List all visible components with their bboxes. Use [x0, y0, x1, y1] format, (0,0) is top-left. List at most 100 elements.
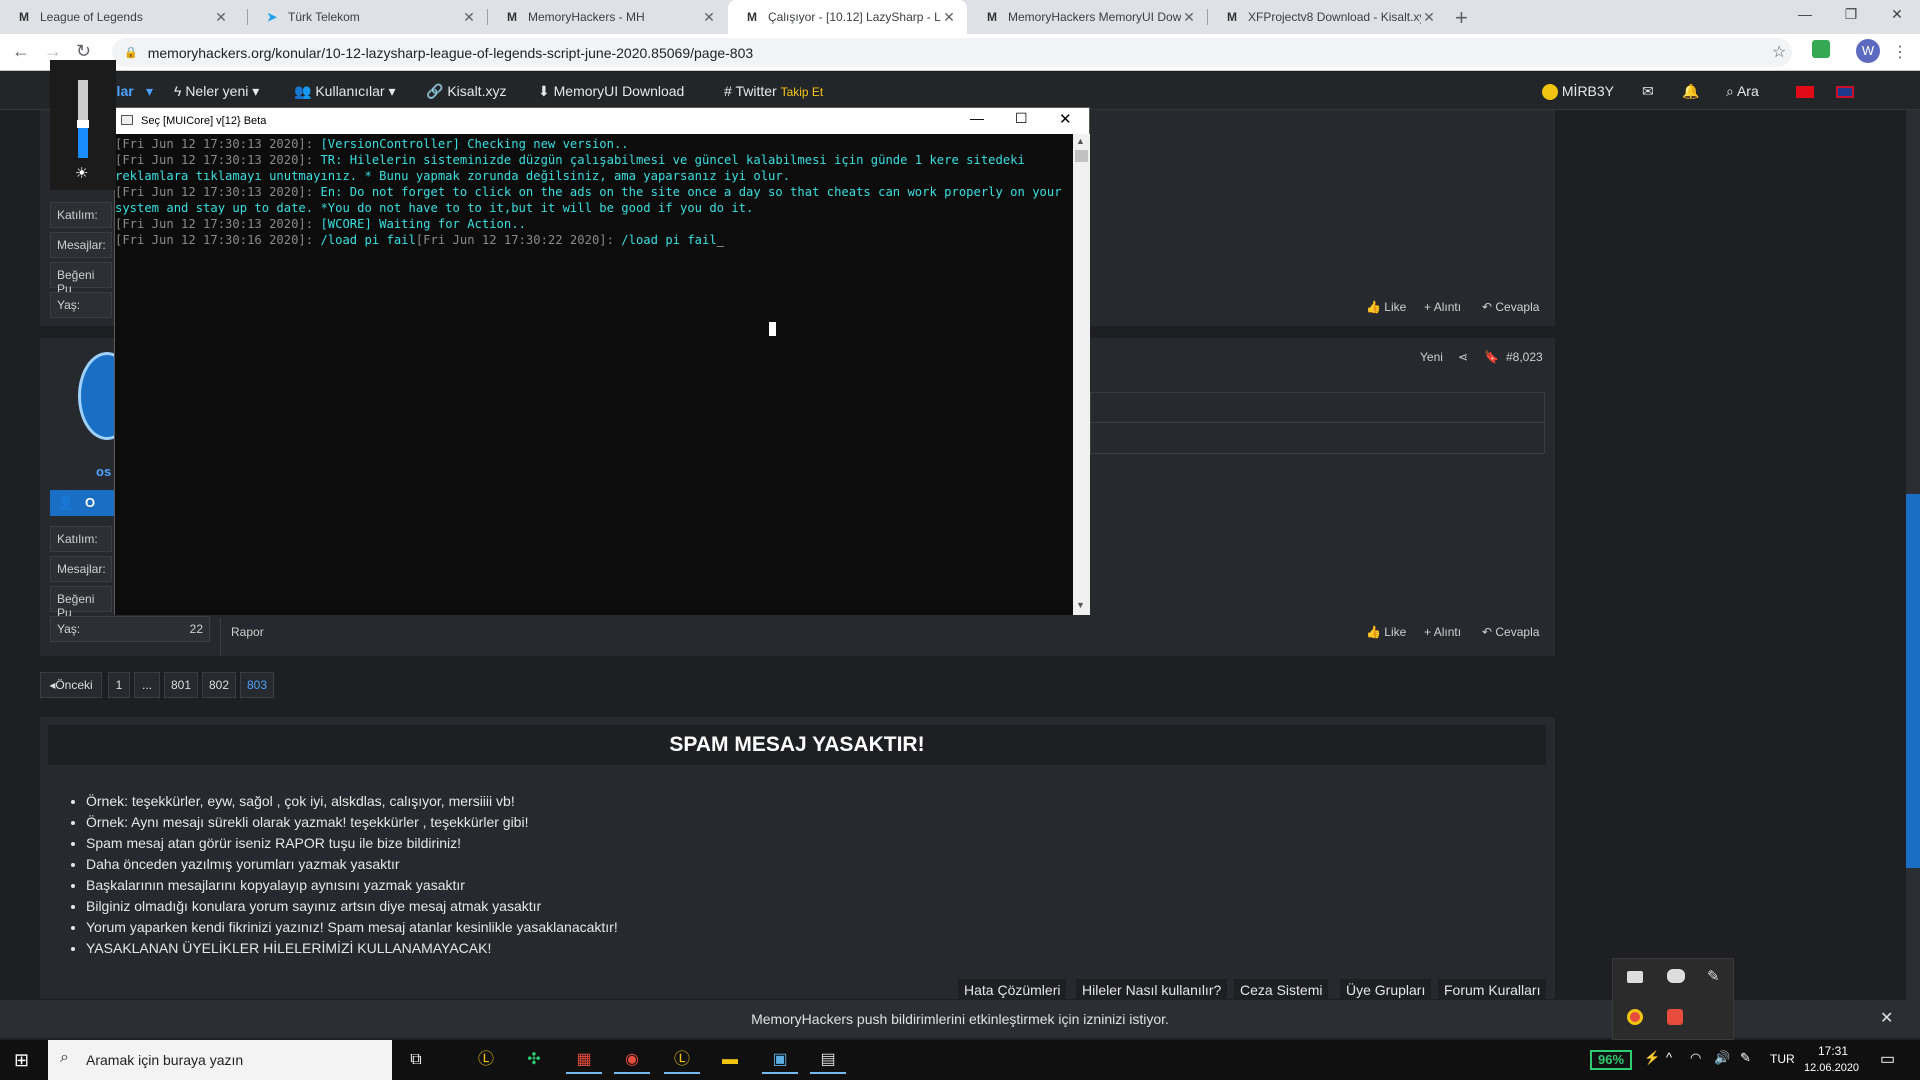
- tab-lazysharp-active[interactable]: M Çalışıyor - [10.12] LazySharp - Le ✕: [728, 0, 967, 34]
- console-taskbar-icon[interactable]: ▤: [810, 1046, 846, 1074]
- user-menu[interactable]: MİRB3Y: [1542, 83, 1614, 101]
- inbox-icon[interactable]: ✉: [1642, 83, 1654, 100]
- pagination-page[interactable]: 802: [202, 672, 236, 698]
- tab-league-of-legends[interactable]: M League of Legends ✕: [0, 0, 239, 34]
- pagination-prev[interactable]: ◂Önceki: [40, 672, 102, 698]
- tray-app-icon[interactable]: [1667, 1009, 1683, 1025]
- extension-icon[interactable]: [1812, 40, 1830, 58]
- chrome-icon[interactable]: [1627, 1009, 1643, 1025]
- league-client-icon[interactable]: Ⓛ: [664, 1046, 700, 1074]
- close-tab-icon[interactable]: ✕: [461, 9, 477, 26]
- share-icon[interactable]: ⋖: [1458, 350, 1468, 364]
- quote-button[interactable]: + Alıntı: [1424, 300, 1461, 314]
- tab-memoryhackers-mh[interactable]: M MemoryHackers - MH ✕: [488, 0, 727, 34]
- chrome-taskbar-icon[interactable]: ◉: [614, 1046, 650, 1074]
- close-window-button[interactable]: ✕: [1874, 0, 1920, 30]
- menu-dots-icon[interactable]: ⋮: [1892, 42, 1908, 62]
- console-close-button[interactable]: ✕: [1059, 110, 1072, 128]
- pagination-ellipsis[interactable]: ...: [134, 672, 160, 698]
- footer-link-forum-rules[interactable]: Forum Kuralları: [1438, 979, 1547, 1001]
- page-scrollbar[interactable]: [1906, 110, 1920, 1000]
- league-of-legends-icon[interactable]: Ⓛ: [468, 1046, 504, 1074]
- action-center-icon[interactable]: ▭: [1880, 1049, 1895, 1069]
- task-view-icon[interactable]: ⧉: [398, 1046, 434, 1074]
- post-number[interactable]: #8,023: [1506, 350, 1543, 364]
- winrar-icon[interactable]: ▦: [566, 1046, 602, 1074]
- close-tab-icon[interactable]: ✕: [941, 9, 957, 26]
- volume-icon[interactable]: 🔊: [1714, 1050, 1730, 1066]
- close-tab-icon[interactable]: ✕: [213, 9, 229, 26]
- battery-indicator[interactable]: 96%: [1590, 1050, 1633, 1070]
- wifi-icon[interactable]: ◠: [1690, 1050, 1701, 1066]
- pen-icon[interactable]: ✎: [1740, 1050, 1751, 1066]
- tab-xfprojectv8[interactable]: M XFProjectv8 Download - Kisalt.xy ✕: [1208, 0, 1447, 34]
- tab-memoryui-download[interactable]: M MemoryHackers MemoryUI Dow ✕: [968, 0, 1207, 34]
- search-link[interactable]: ⌕ Ara: [1726, 83, 1759, 100]
- console-title-bar[interactable]: Seç [MUICore] v[12} Beta — ☐ ✕: [115, 108, 1089, 134]
- razer-icon[interactable]: ✣: [516, 1046, 552, 1074]
- report-link[interactable]: Rapor: [231, 625, 264, 639]
- footer-link-error-solutions[interactable]: Hata Çözümleri: [958, 979, 1067, 1001]
- back-arrow-icon[interactable]: ←: [12, 41, 30, 62]
- brightness-slider-thumb[interactable]: [77, 120, 89, 128]
- chevron-up-icon[interactable]: ^: [1666, 1050, 1672, 1065]
- new-tab-button[interactable]: +: [1455, 5, 1468, 31]
- bookmark-icon[interactable]: 🔖: [1484, 350, 1499, 364]
- pagination-page[interactable]: 801: [164, 672, 198, 698]
- footer-link-penalty-system[interactable]: Ceza Sistemi: [1234, 979, 1329, 1001]
- windows-start-icon[interactable]: ⊞: [14, 1050, 29, 1071]
- language-indicator[interactable]: TUR: [1770, 1052, 1795, 1066]
- console-scrollbar-thumb[interactable]: [1075, 150, 1088, 162]
- footer-link-member-groups[interactable]: Üye Grupları: [1340, 979, 1432, 1001]
- close-tab-icon[interactable]: ✕: [701, 9, 717, 26]
- pagination-page[interactable]: 1: [108, 672, 130, 698]
- console-scrollbar[interactable]: ▲ ▼: [1073, 134, 1090, 615]
- scroll-up-icon[interactable]: ▲: [1076, 136, 1085, 146]
- clock-time[interactable]: 17:31: [1818, 1044, 1848, 1058]
- console-output[interactable]: [Fri Jun 12 17:30:13 2020]: [VersionCont…: [115, 134, 1073, 615]
- like-button[interactable]: 👍 Like: [1366, 300, 1406, 314]
- page-scrollbar-thumb[interactable]: [1906, 494, 1920, 868]
- english-flag-icon[interactable]: [1836, 86, 1854, 98]
- bookmark-star-icon[interactable]: ☆: [1772, 42, 1786, 62]
- taskbar-search-input[interactable]: ⌕ Aramak için buraya yazın: [48, 1040, 392, 1080]
- pagination-current-page[interactable]: 803: [240, 672, 274, 698]
- nav-memoryui-download[interactable]: ⬇ MemoryUI Download: [538, 83, 684, 100]
- footer-link-how-to-use[interactable]: Hileler Nasıl kullanılır?: [1076, 979, 1228, 1001]
- nav-whats-new[interactable]: ϟ Neler yeni ▾: [174, 83, 259, 100]
- tab-turk-telekom[interactable]: ➤ Türk Telekom ✕: [248, 0, 487, 34]
- username-partial[interactable]: os: [96, 464, 111, 479]
- profile-avatar[interactable]: W: [1856, 39, 1880, 63]
- restore-window-button[interactable]: ❐: [1828, 0, 1874, 30]
- reply-button[interactable]: ↶ Cevapla: [1482, 300, 1539, 314]
- console-window[interactable]: Seç [MUICore] v[12} Beta — ☐ ✕ [Fri Jun …: [114, 107, 1090, 615]
- nav-kisalt[interactable]: 🔗 Kisalt.xyz: [426, 83, 506, 100]
- close-notification-icon[interactable]: ✕: [1880, 1000, 1893, 1038]
- power-plug-icon[interactable]: ⚡: [1644, 1050, 1660, 1066]
- like-button[interactable]: 👍 Like: [1366, 625, 1406, 639]
- clock-date[interactable]: 12.06.2020: [1804, 1062, 1859, 1074]
- close-tab-icon[interactable]: ✕: [1421, 9, 1437, 26]
- console-maximize-button[interactable]: ☐: [1015, 110, 1028, 127]
- forward-arrow-icon[interactable]: →: [44, 41, 62, 62]
- tray-pen-icon[interactable]: ✎: [1707, 967, 1720, 985]
- app-window-icon[interactable]: ▣: [762, 1046, 798, 1074]
- tray-device-icon[interactable]: [1627, 971, 1643, 983]
- address-bar[interactable]: 🔒 memoryhackers.org/konular/10-12-lazysh…: [112, 38, 1792, 67]
- turkish-flag-icon[interactable]: [1796, 86, 1814, 98]
- close-tab-icon[interactable]: ✕: [1181, 9, 1197, 26]
- discord-icon[interactable]: [1667, 969, 1685, 983]
- reload-icon[interactable]: ↻: [76, 41, 91, 62]
- nav-twitter[interactable]: # Twitter Takip Et: [724, 83, 823, 99]
- minimize-window-button[interactable]: —: [1782, 0, 1828, 30]
- reply-button[interactable]: ↶ Cevapla: [1482, 625, 1539, 639]
- quote-button[interactable]: + Alıntı: [1424, 625, 1461, 639]
- brightness-slider[interactable]: [77, 80, 89, 158]
- console-message: [VersionController] Checking new version…: [320, 137, 629, 151]
- search-icon: ⌕: [60, 1049, 69, 1066]
- file-explorer-icon[interactable]: ▬: [712, 1046, 748, 1074]
- scroll-down-icon[interactable]: ▼: [1076, 600, 1085, 610]
- bell-icon[interactable]: 🔔: [1682, 83, 1699, 100]
- console-minimize-button[interactable]: —: [970, 110, 984, 126]
- nav-members[interactable]: 👥 Kullanıcılar ▾: [294, 83, 396, 100]
